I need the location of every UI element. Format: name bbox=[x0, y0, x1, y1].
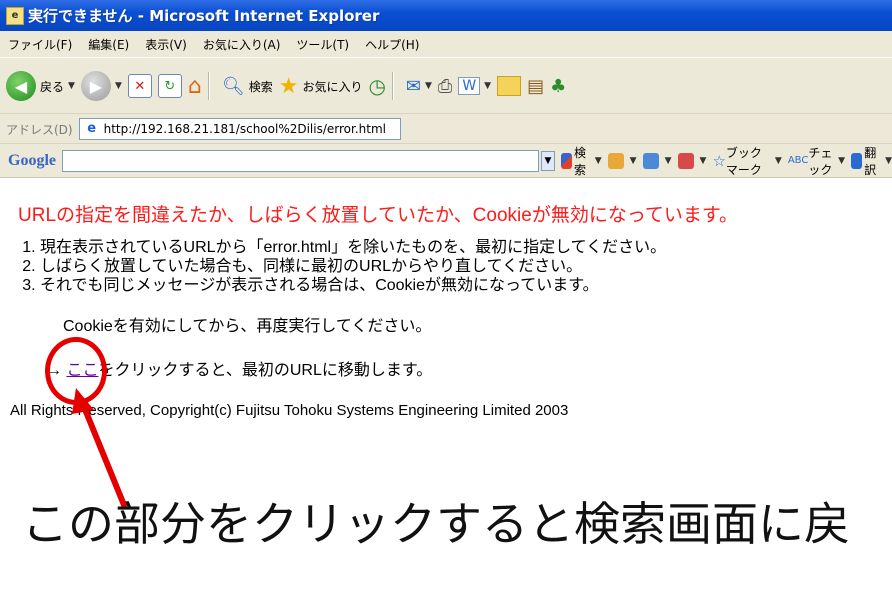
google-plus-button[interactable]: ▼ bbox=[642, 152, 672, 169]
list-item: しばらく放置していた場合も、同様に最初のURLからやり直してください。 bbox=[40, 257, 666, 276]
translate-dropdown-icon[interactable]: ▼ bbox=[885, 156, 892, 166]
google-logo-text: Google bbox=[8, 151, 56, 169]
refresh-icon[interactable]: ↻ bbox=[157, 74, 182, 98]
news-icon bbox=[607, 152, 624, 169]
home-icon[interactable]: ⌂ bbox=[188, 74, 202, 99]
search-label: 検索 bbox=[248, 79, 273, 94]
plus-dropdown-icon[interactable]: ▼ bbox=[665, 156, 672, 166]
menu-favorites[interactable]: お気に入り(A) bbox=[195, 36, 289, 53]
google-search-input[interactable] bbox=[62, 149, 540, 172]
news-dropdown-icon[interactable]: ▼ bbox=[630, 156, 637, 166]
page-icon: e bbox=[87, 121, 97, 136]
favorites-label: お気に入り bbox=[302, 79, 363, 94]
menu-file[interactable]: ファイル(F) bbox=[0, 36, 80, 53]
chevron-down-icon[interactable]: ▼ bbox=[541, 150, 555, 171]
discuss-icon[interactable] bbox=[497, 76, 522, 96]
messenger-icon[interactable]: ♣ bbox=[550, 76, 566, 97]
translate-icon bbox=[851, 152, 863, 169]
annotation-text: この部分をクリックすると検索画面に戻 bbox=[22, 497, 850, 551]
spellcheck-icon: ABC bbox=[787, 155, 809, 166]
list-item: それでも同じメッセージが表示される場合は、Cookieが無効になっています。 bbox=[40, 276, 666, 295]
copyright-text: All Rights Reserved, Copyright(c) Fujits… bbox=[10, 402, 569, 419]
popup-icon bbox=[677, 152, 694, 169]
back-button[interactable]: ◀ 戻る ▼ bbox=[6, 68, 75, 104]
return-link-suffix: をクリックすると、最初のURLに移動します。 bbox=[98, 362, 433, 379]
star-icon: ★ bbox=[278, 73, 299, 99]
plus-icon bbox=[642, 152, 659, 169]
search-icon: 🔍︎ bbox=[221, 75, 245, 97]
bookmark-label: ブックマーク bbox=[725, 145, 762, 177]
address-bar: アドレス(D) e http://192.168.21.181/school%2… bbox=[0, 113, 892, 144]
error-heading: URLの指定を間違えたか、しばらく放置していたか、Cookieが無効になっていま… bbox=[18, 205, 738, 226]
back-label: 戻る bbox=[40, 79, 65, 94]
toolbar-separator bbox=[391, 72, 394, 100]
favorites-button[interactable]: ★ お気に入り bbox=[279, 68, 363, 104]
menu-view[interactable]: 表示(V) bbox=[137, 36, 195, 53]
forward-arrow-icon: ▶ bbox=[80, 71, 111, 101]
bookmark-dropdown-icon[interactable]: ▼ bbox=[775, 156, 782, 166]
google-news-button[interactable]: ▼ bbox=[607, 152, 637, 169]
mail-dropdown-icon[interactable]: ▼ bbox=[425, 81, 432, 91]
google-logo[interactable]: Google bbox=[8, 152, 56, 170]
list-item: 現在表示されているURLから「error.html」を除いたものを、最初に指定し… bbox=[40, 238, 666, 257]
menu-tools[interactable]: ツール(T) bbox=[288, 36, 357, 53]
research-icon[interactable]: ▤ bbox=[527, 76, 544, 97]
google-search-button[interactable]: 検索 ▼ bbox=[560, 144, 602, 178]
mail-icon[interactable]: ✉ bbox=[406, 76, 421, 97]
back-dropdown-icon[interactable]: ▼ bbox=[68, 81, 75, 91]
bookmark-button[interactable]: ☆ ブックマーク ▼ bbox=[712, 144, 781, 178]
menu-bar: ファイル(F) 編集(E) 表示(V) お気に入り(A) ツール(T) ヘルプ(… bbox=[0, 31, 892, 57]
menu-edit[interactable]: 編集(E) bbox=[80, 36, 137, 53]
google-search-icon bbox=[560, 152, 572, 169]
annotation-circle bbox=[45, 337, 107, 405]
window-title: 実行できません - Microsoft Internet Explorer bbox=[28, 7, 380, 25]
translate-button[interactable]: 翻訳 ▼ bbox=[851, 144, 892, 178]
forward-button[interactable]: ▶ ▼ bbox=[80, 68, 122, 104]
check-dropdown-icon[interactable]: ▼ bbox=[838, 156, 845, 166]
toolbar-separator bbox=[207, 72, 210, 100]
google-search-dropdown-icon[interactable]: ▼ bbox=[595, 156, 602, 166]
ie-window-icon: e bbox=[6, 6, 24, 25]
spellcheck-button[interactable]: ABC チェック ▼ bbox=[788, 144, 845, 178]
standard-toolbar: ◀ 戻る ▼ ▶ ▼ ✕ ↻ ⌂ 🔍︎ 検索 ★ お気に入り ◷ ✉ ▼ ⎙ W ▼… bbox=[0, 57, 892, 114]
edit-icon[interactable]: W bbox=[458, 77, 481, 95]
popup-blocker-button[interactable]: ▼ bbox=[677, 152, 707, 169]
cookie-instruction: Cookieを有効にしてから、再度実行してください。 bbox=[63, 318, 432, 335]
edit-dropdown-icon[interactable]: ▼ bbox=[484, 81, 491, 91]
print-icon[interactable]: ⎙ bbox=[438, 76, 452, 97]
window-title-bar: e 実行できません - Microsoft Internet Explorer bbox=[0, 0, 892, 31]
check-label: チェック bbox=[808, 145, 833, 177]
back-arrow-icon: ◀ bbox=[6, 71, 36, 101]
forward-dropdown-icon[interactable]: ▼ bbox=[115, 81, 122, 91]
popup-dropdown-icon[interactable]: ▼ bbox=[700, 156, 707, 166]
address-url: http://192.168.21.181/school%2Dilis/erro… bbox=[103, 122, 386, 136]
google-search-label: 検索 bbox=[573, 145, 586, 177]
stop-icon[interactable]: ✕ bbox=[127, 74, 152, 98]
menu-help[interactable]: ヘルプ(H) bbox=[357, 36, 427, 53]
translate-label: 翻訳 bbox=[864, 145, 877, 177]
bookmark-star-icon: ☆ bbox=[712, 151, 726, 170]
instruction-list: 現在表示されているURLから「error.html」を除いたものを、最初に指定し… bbox=[8, 238, 666, 295]
address-input[interactable]: e http://192.168.21.181/school%2Dilis/er… bbox=[78, 118, 401, 140]
address-label: アドレス(D) bbox=[6, 122, 73, 137]
history-icon[interactable]: ◷ bbox=[368, 74, 385, 98]
search-button[interactable]: 🔍︎ 検索 bbox=[222, 68, 273, 104]
google-toolbar: Google ▼ 検索 ▼ ▼ ▼ ▼ ☆ ブックマーク ▼ ABC チェック … bbox=[0, 143, 892, 178]
